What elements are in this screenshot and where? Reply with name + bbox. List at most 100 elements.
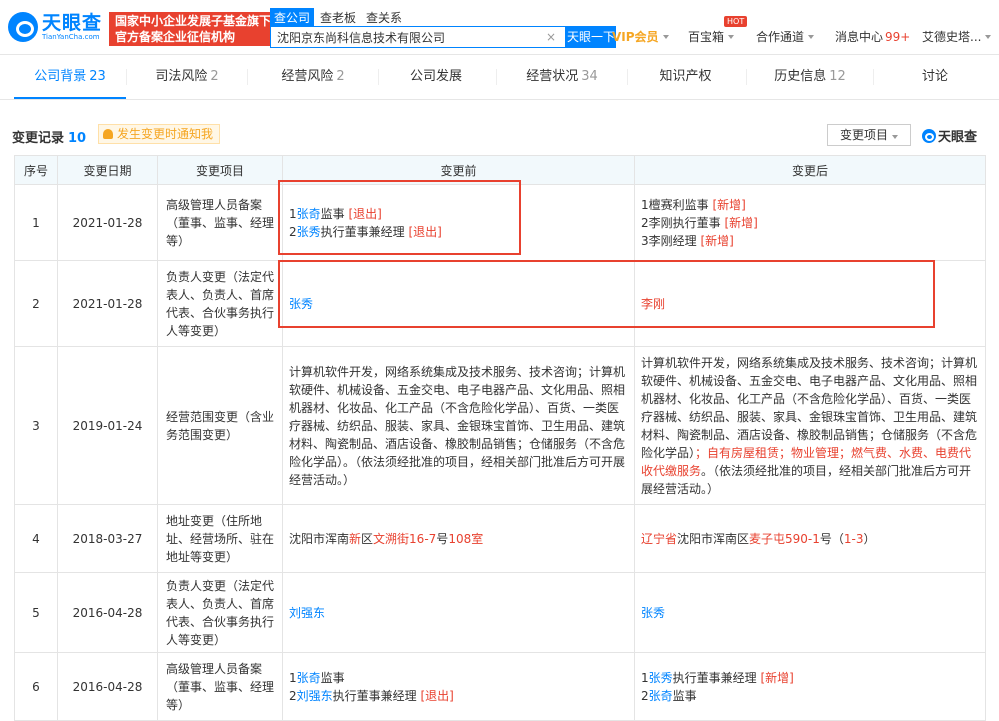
chevron-down-icon xyxy=(728,34,735,39)
status-tag: [新增] xyxy=(760,670,794,685)
detail-line: 张秀 xyxy=(289,295,628,313)
row-change-item: 负责人变更（法定代表人、负责人、首席代表、合伙事务执行人等变更） xyxy=(157,572,283,653)
chevron-down-icon xyxy=(662,34,669,39)
logo-eye-icon xyxy=(8,12,38,42)
row-date: 2016-04-28 xyxy=(57,652,158,721)
detail-line: 2李刚执行董事 [新增] xyxy=(641,214,979,232)
detail-text: 2李刚执行董事 xyxy=(641,215,725,230)
detail-line: 1张奇监事 [退出] xyxy=(289,205,628,223)
row-date: 2018-03-27 xyxy=(57,504,158,573)
tab-discussion[interactable]: 讨论 xyxy=(874,55,999,99)
row-change-item: 负责人变更（法定代表人、负责人、首席代表、合伙事务执行人等变更） xyxy=(157,260,283,347)
message-center[interactable]: 消息中心 99+ xyxy=(835,28,910,45)
tab-history[interactable]: 历史信息 12 xyxy=(747,55,873,99)
detail-line: 1张奇监事 xyxy=(289,669,628,687)
detail-text: 沈阳市浑南 xyxy=(289,531,350,546)
search-tab-boss[interactable]: 查老板 xyxy=(316,8,360,27)
row-change-item: 高级管理人员备案（董事、监事、经理等） xyxy=(157,184,283,261)
person-link[interactable]: 张奇 xyxy=(649,689,673,703)
detail-text: 文溯街16-7 xyxy=(373,531,437,546)
status-tag: [新增] xyxy=(700,233,734,248)
cooperation-menu[interactable]: 合作通道 xyxy=(756,28,815,45)
status-tag: [退出] xyxy=(348,206,382,221)
message-count-badge: 99+ xyxy=(885,29,911,44)
status-tag: [新增] xyxy=(712,197,746,212)
search-button[interactable]: 天眼一下 xyxy=(566,26,616,48)
person-link[interactable]: 张秀 xyxy=(297,225,321,239)
chevron-down-icon xyxy=(985,34,992,39)
person-link[interactable]: 张秀 xyxy=(649,671,673,685)
table-row: 4 2018-03-27 地址变更（住所地址、经营场所、驻在地址等变更） 沈阳市浑南新… xyxy=(14,504,986,573)
treasure-menu[interactable]: 百宝箱 xyxy=(688,28,735,45)
status-tag: [退出] xyxy=(420,688,454,703)
row-index: 2 xyxy=(14,260,58,347)
tab-company-development[interactable]: 公司发展 xyxy=(379,55,496,99)
change-record-header: 变更记录 10 发生变更时通知我 变更项目 天眼查 xyxy=(12,124,987,146)
person-link[interactable]: 张奇 xyxy=(297,671,321,685)
table-row: 1 2021-01-28 高级管理人员备案（董事、监事、经理等） 1张奇监事 [退出]… xyxy=(14,184,986,261)
status-tag: [退出] xyxy=(408,224,442,239)
row-date: 2019-01-24 xyxy=(57,346,158,505)
logo-eye-icon xyxy=(922,128,936,143)
col-header-index: 序号 xyxy=(14,155,58,185)
detail-text: 2 xyxy=(289,688,297,703)
status-tag: [新增] xyxy=(724,215,758,230)
search-input[interactable] xyxy=(271,27,541,47)
detail-text: 1-3 xyxy=(843,531,864,546)
row-before: 1张奇监事 2刘强东执行董事兼经理 [退出] xyxy=(282,652,635,721)
detail-line: 1张秀执行董事兼经理 [新增] xyxy=(641,669,979,687)
detail-line: 2张奇监事 xyxy=(641,687,979,705)
detail-line: 张秀 xyxy=(641,604,979,622)
user-menu[interactable]: 艾德史塔... xyxy=(922,28,992,45)
promo-banner[interactable]: 国家中小企业发展子基金旗下 官方备案企业征信机构 xyxy=(109,12,271,46)
detail-line: 辽宁省沈阳市浑南区麦子屯590-1号（1-3） xyxy=(641,530,979,548)
notify-on-change-button[interactable]: 发生变更时通知我 xyxy=(98,124,221,144)
vip-menu[interactable]: VIP会员 xyxy=(612,28,669,45)
detail-text: 108室 xyxy=(448,531,484,546)
detail-text: 1檀赛利监事 xyxy=(641,197,713,212)
tab-operating-risk[interactable]: 经营风险 2 xyxy=(248,55,378,99)
person-link[interactable]: 张秀 xyxy=(289,297,313,311)
detail-text: 监事 xyxy=(672,688,697,703)
clear-icon[interactable]: × xyxy=(541,30,561,44)
person-link[interactable]: 刘强东 xyxy=(297,689,333,703)
detail-text: 监事 xyxy=(320,206,349,221)
col-header-before: 变更前 xyxy=(282,155,635,185)
row-change-item: 高级管理人员备案（董事、监事、经理等） xyxy=(157,652,283,721)
detail-text: 2 xyxy=(641,688,649,703)
row-before: 张秀 xyxy=(282,260,635,347)
detail-text: 1 xyxy=(641,670,649,685)
col-header-after: 变更后 xyxy=(634,155,986,185)
row-before: 1张奇监事 [退出] 2张秀执行董事兼经理 [退出] xyxy=(282,184,635,261)
row-index: 3 xyxy=(14,346,58,505)
detail-line: 刘强东 xyxy=(289,604,628,622)
tab-judicial-risk[interactable]: 司法风险 2 xyxy=(127,55,247,99)
search-type-tabs: 查公司 查老板 查关系 xyxy=(270,8,408,27)
person-link[interactable]: 张秀 xyxy=(641,606,665,620)
top-bar: 天眼查 TianYanCha.com 国家中小企业发展子基金旗下 官方备案企业征… xyxy=(0,0,999,55)
person-link[interactable]: 刘强东 xyxy=(289,606,325,620)
detail-line: 计算机软件开发，网络系统集成及技术服务、技术咨询；计算机软硬件、机械设备、五金交… xyxy=(641,354,979,498)
logo-text: 天眼查 xyxy=(42,11,103,34)
change-item-filter[interactable]: 变更项目 xyxy=(827,124,911,146)
detail-text: 2 xyxy=(289,224,297,239)
search-tab-relation[interactable]: 查关系 xyxy=(362,8,406,27)
section-count: 10 xyxy=(68,131,87,146)
detail-line: 3李刚经理 [新增] xyxy=(641,232,979,250)
detail-line: 计算机软件开发，网络系统集成及技术服务、技术咨询；计算机软硬件、机械设备、五金交… xyxy=(289,363,628,489)
table-row: 2 2021-01-28 负责人变更（法定代表人、负责人、首席代表、合伙事务执行人等… xyxy=(14,260,986,347)
table-row: 3 2019-01-24 经营范围变更（含业务范围变更） 计算机软件开发，网络系统集成… xyxy=(14,346,986,505)
tab-intellectual-property[interactable]: 知识产权 xyxy=(628,55,746,99)
detail-text: 计算机软件开发，网络系统集成及技术服务、技术咨询；计算机软硬件、机械设备、五金交… xyxy=(289,364,626,487)
person-link[interactable]: 张奇 xyxy=(297,207,321,221)
site-logo[interactable]: 天眼查 TianYanCha.com xyxy=(8,10,104,44)
search-tab-company[interactable]: 查公司 xyxy=(270,8,315,27)
detail-text: 辽宁省 xyxy=(641,531,678,546)
col-header-date: 变更日期 xyxy=(57,155,158,185)
detail-line: 沈阳市浑南新区文溯街16-7号108室 xyxy=(289,530,628,548)
row-index: 4 xyxy=(14,504,58,573)
tab-business-status[interactable]: 经营状况 34 xyxy=(497,55,627,99)
section-title: 变更记录 10 xyxy=(12,131,87,146)
tab-company-background[interactable]: 公司背景 23 xyxy=(14,55,126,99)
detail-text: 1 xyxy=(289,206,297,221)
